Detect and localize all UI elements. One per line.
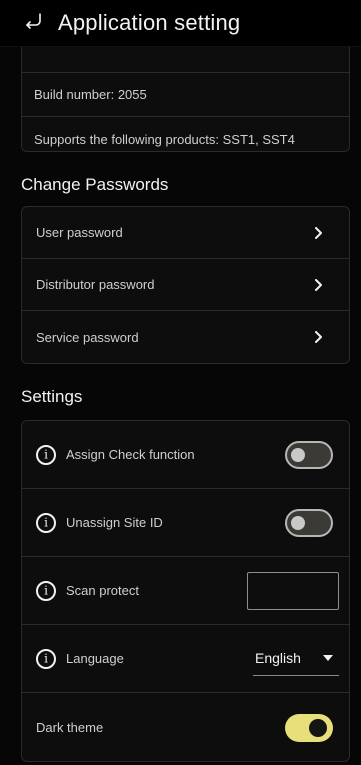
about-build-number-row: Build number: 2055: [22, 73, 349, 117]
password-item-distributor[interactable]: Distributor password: [22, 259, 349, 311]
assign-check-function-toggle[interactable]: [285, 440, 333, 469]
password-item-service[interactable]: Service password: [22, 311, 349, 363]
setting-label: Dark theme: [36, 720, 104, 735]
language-selected-value: English: [255, 650, 301, 666]
setting-dark-theme: Dark theme: [22, 693, 349, 762]
change-passwords-card: User password Distributor password Servi…: [21, 206, 350, 364]
password-item-label: Distributor password: [36, 277, 155, 292]
setting-unassign-site-id: i Unassign Site ID: [22, 489, 349, 557]
top-app-bar: Application setting: [0, 0, 361, 47]
scan-protect-input[interactable]: [247, 571, 339, 610]
about-spacer-row: [22, 46, 349, 73]
return-arrow-icon: [20, 9, 44, 38]
setting-label: Unassign Site ID: [66, 515, 163, 530]
info-icon[interactable]: i: [36, 580, 56, 601]
password-item-label: User password: [36, 225, 123, 240]
language-select[interactable]: English: [253, 642, 339, 676]
toggle-knob: [291, 447, 305, 462]
chevron-down-icon: [323, 655, 333, 661]
setting-label: Assign Check function: [66, 447, 195, 462]
password-item-user[interactable]: User password: [22, 207, 349, 259]
settings-card: i Assign Check function i Unassign Site …: [21, 420, 350, 762]
info-icon[interactable]: i: [36, 512, 56, 533]
setting-scan-protect: i Scan protect: [22, 557, 349, 625]
chevron-right-icon: [313, 331, 323, 343]
chevron-right-icon: [313, 278, 323, 291]
toggle-knob: [309, 718, 327, 737]
content: Build number: 2055 Supports the followin…: [0, 46, 361, 765]
about-supported-products-row: Supports the following products: SST1, S…: [22, 117, 349, 161]
dark-theme-toggle[interactable]: [285, 713, 333, 742]
page-title: Application setting: [58, 10, 241, 35]
about-build-number: Build number: 2055: [34, 87, 147, 102]
toggle-knob: [291, 515, 305, 530]
setting-language: i Language English: [22, 625, 349, 693]
unassign-site-id-toggle[interactable]: [285, 508, 333, 537]
info-icon[interactable]: i: [36, 648, 56, 669]
info-icon[interactable]: i: [36, 444, 56, 465]
setting-label: Language: [66, 651, 124, 666]
about-card: Build number: 2055 Supports the followin…: [21, 46, 350, 152]
setting-label: Scan protect: [66, 583, 139, 598]
back-button[interactable]: [16, 7, 48, 39]
password-item-label: Service password: [36, 329, 139, 345]
chevron-right-icon: [313, 226, 323, 239]
setting-assign-check-function: i Assign Check function: [22, 421, 349, 489]
section-title-change-passwords: Change Passwords: [21, 175, 169, 194]
section-title-settings: Settings: [21, 387, 83, 406]
about-supported-products: Supports the following products: SST1, S…: [34, 131, 295, 147]
